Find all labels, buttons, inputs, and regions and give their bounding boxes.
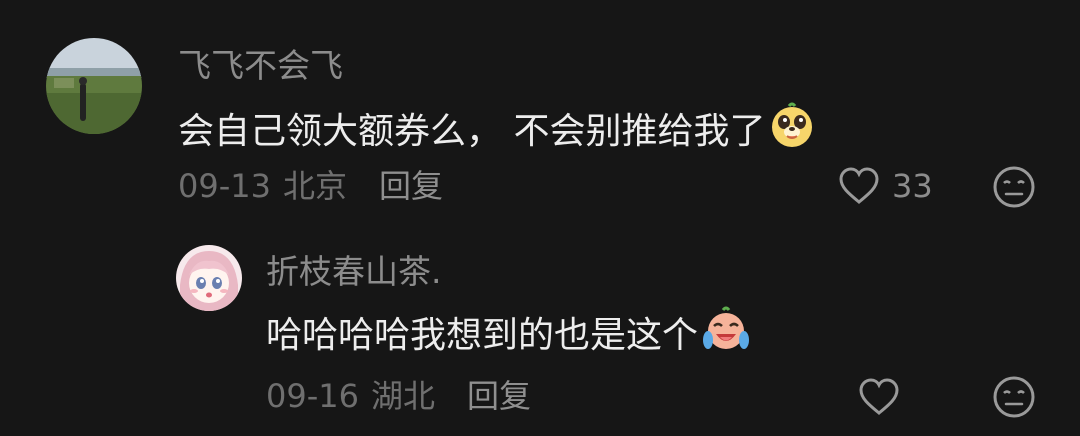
reply-button[interactable]: 回复 [379,166,443,206]
comment-meta: 09-13 北京 回复 [178,166,443,206]
comment-date: 09-13 [178,167,271,205]
like-count: 33 [892,167,933,205]
anime-girl-avatar [176,245,242,311]
like-button[interactable] [858,377,900,417]
dog-face-emoji [769,102,815,161]
landscape-photo-avatar [46,38,142,134]
crying-laughing-emoji [702,306,750,365]
comment-section: 飞飞不会飞 会自己领大额券么， 不会别推给我了 09-13 北京 回复 33 折… [0,0,1080,436]
meh-face-icon [993,166,1035,208]
meh-face-icon [993,376,1035,418]
dislike-button[interactable] [992,165,1036,213]
username[interactable]: 飞飞不会飞 [178,46,343,86]
dislike-button[interactable] [992,375,1036,423]
comment-text: 哈哈哈哈我想到的也是这个 [266,314,699,356]
heart-icon [839,167,879,204]
comment-date: 09-16 [266,377,359,415]
comment-text-row: 会自己领大额券么， 不会别推给我了 [178,102,815,161]
heart-icon [859,378,899,415]
comment-location: 北京 [282,167,347,205]
comment-meta: 09-16 湖北 回复 [266,376,531,416]
username[interactable]: 折枝春山茶. [266,252,442,292]
user-avatar[interactable] [46,38,142,134]
comment-text-row: 哈哈哈哈我想到的也是这个 [266,306,750,365]
comment-text: 会自己领大额券么， 不会别推给我了 [178,110,766,152]
comment-location: 湖北 [370,377,435,415]
user-avatar[interactable] [176,245,242,311]
reply-button[interactable]: 回复 [467,376,531,416]
like-button[interactable]: 33 [838,166,933,206]
